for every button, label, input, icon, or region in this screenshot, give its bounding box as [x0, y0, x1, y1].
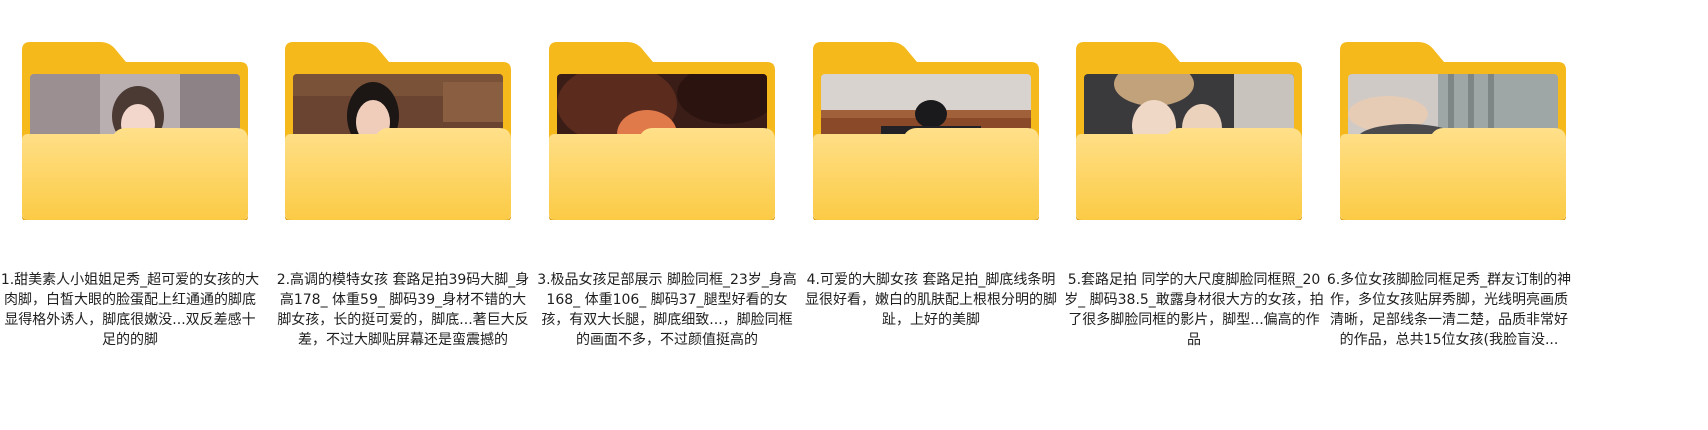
folder-caption[interactable]: 1.甜美素人小姐姐足秀_超可爱的女孩的大肉脚，白皙大眼的脸蛋配上红通通的脚底显得… [0, 270, 260, 350]
folder-item[interactable]: 4.可爱的大脚女孩 套路足拍_脚底线条明显很好看，嫩白的肌肤配上根根分明的脚趾，… [791, 0, 1071, 430]
folder-caption[interactable]: 6.多位女孩脚脸同框足秀_群友订制的神作，多位女孩贴屏秀脚，光线明亮画质清晰，足… [1324, 270, 1574, 350]
folder-icon[interactable] [549, 42, 775, 220]
folder-icon[interactable] [285, 42, 511, 220]
folder-icon[interactable] [813, 42, 1039, 220]
folder-item[interactable]: 2.高调的模特女孩 套路足拍39码大脚_身高178_ 体重59_ 脚码39_身材… [263, 0, 543, 430]
folder-grid: 1.甜美素人小姐姐足秀_超可爱的女孩的大肉脚，白皙大眼的脸蛋配上红通通的脚底显得… [0, 0, 1708, 430]
folder-item[interactable]: 3.极品女孩足部展示 脚脸同框_23岁_身高168_ 体重106_ 脚码37_腿… [527, 0, 807, 430]
folder-icon[interactable] [1076, 42, 1302, 220]
folder-front-icon [22, 128, 248, 220]
folder-item[interactable]: 6.多位女孩脚脸同框足秀_群友订制的神作，多位女孩贴屏秀脚，光线明亮画质清晰，足… [1318, 0, 1598, 430]
folder-front-icon [1340, 128, 1566, 220]
folder-caption[interactable]: 5.套路足拍 同学的大尺度脚脸同框照_20岁_ 脚码38.5_敢露身材很大方的女… [1064, 270, 1324, 350]
folder-item[interactable]: 1.甜美素人小姐姐足秀_超可爱的女孩的大肉脚，白皙大眼的脸蛋配上红通通的脚底显得… [0, 0, 280, 430]
folder-item[interactable]: 5.套路足拍 同学的大尺度脚脸同框照_20岁_ 脚码38.5_敢露身材很大方的女… [1054, 0, 1334, 430]
folder-icon[interactable] [1340, 42, 1566, 220]
folder-front-icon [813, 128, 1039, 220]
folder-icon[interactable] [22, 42, 248, 220]
folder-caption[interactable]: 2.高调的模特女孩 套路足拍39码大脚_身高178_ 体重59_ 脚码39_身材… [273, 270, 533, 350]
folder-front-icon [1076, 128, 1302, 220]
folder-front-icon [285, 128, 511, 220]
folder-caption[interactable]: 3.极品女孩足部展示 脚脸同框_23岁_身高168_ 体重106_ 脚码37_腿… [537, 270, 797, 350]
folder-front-icon [549, 128, 775, 220]
folder-caption[interactable]: 4.可爱的大脚女孩 套路足拍_脚底线条明显很好看，嫩白的肌肤配上根根分明的脚趾，… [801, 270, 1061, 330]
